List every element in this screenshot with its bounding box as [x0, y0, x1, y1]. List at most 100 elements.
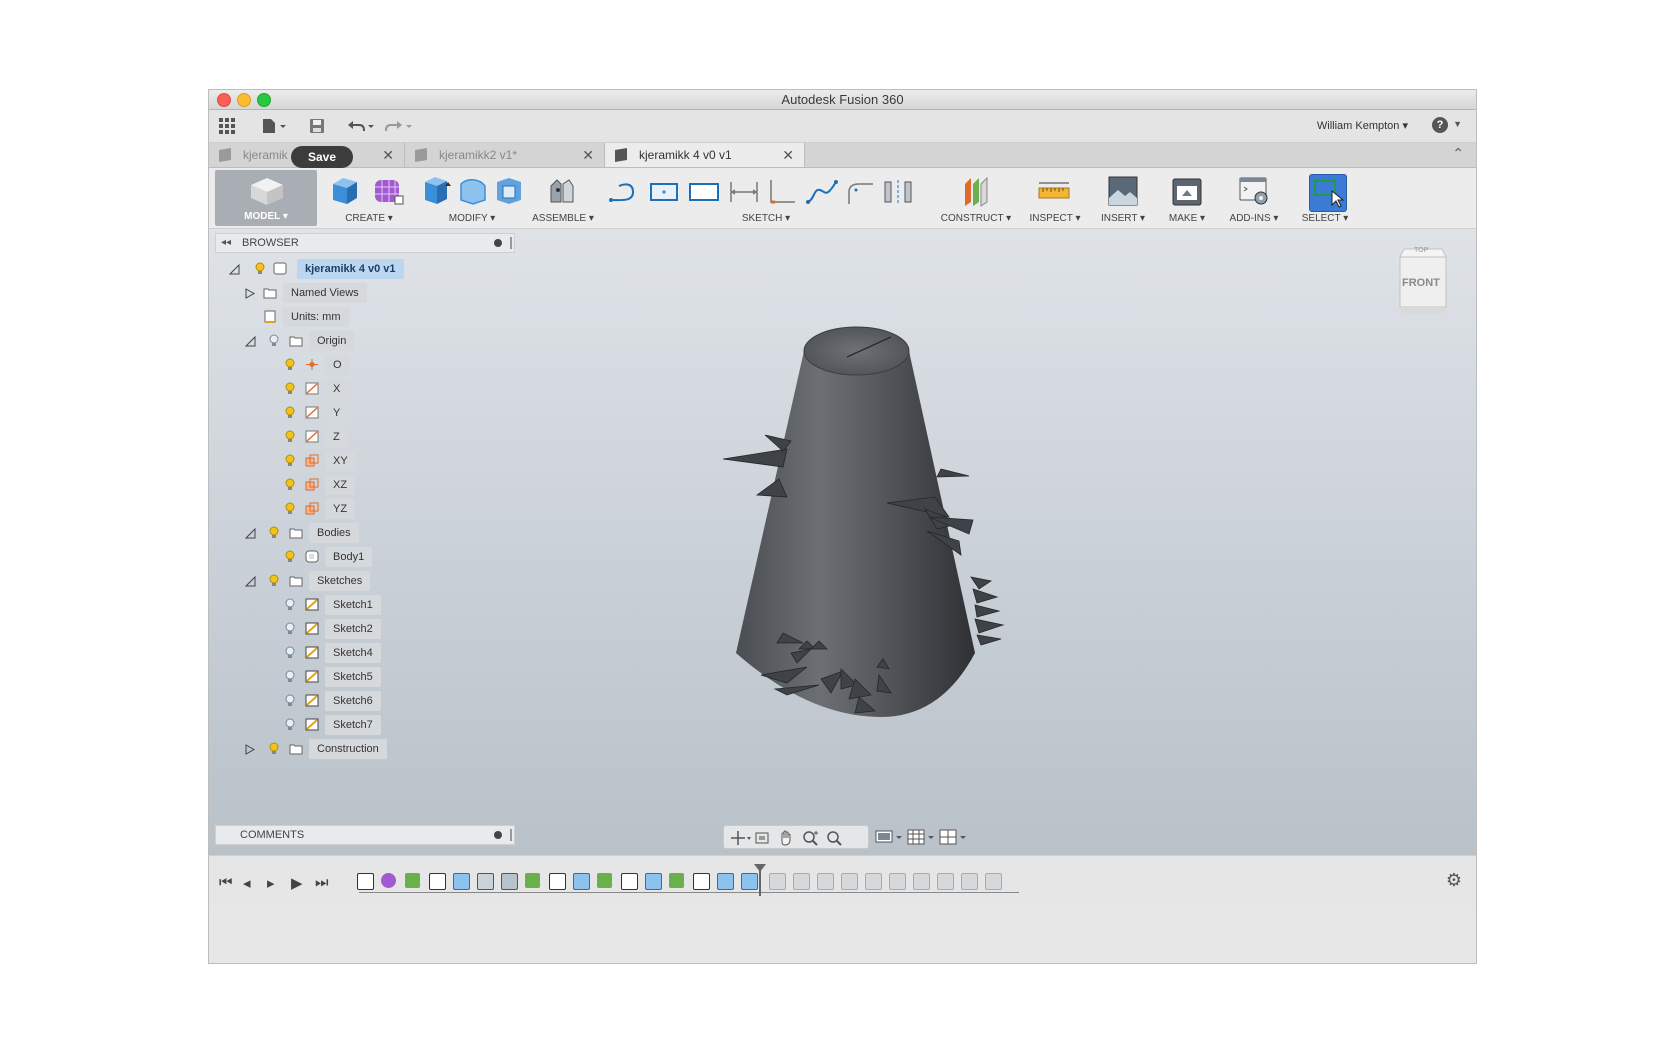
visibility-bulb-icon[interactable] [285, 646, 295, 659]
timeline-step-feature[interactable] [477, 873, 494, 890]
timeline-step-suppressed[interactable] [817, 873, 834, 890]
tree-named-views[interactable]: Named Views [245, 283, 525, 303]
close-tab-icon[interactable]: ✕ [782, 143, 794, 167]
timeline-step-feature[interactable] [597, 873, 612, 888]
timeline-step-suppressed[interactable] [793, 873, 810, 890]
display-settings-icon[interactable] [875, 829, 903, 845]
pan-icon[interactable] [778, 830, 794, 846]
select-button[interactable] [1309, 174, 1347, 212]
timeline-step-feature[interactable] [405, 873, 420, 888]
expanded-triangle-icon[interactable] [229, 264, 240, 275]
app-grid-icon[interactable] [219, 118, 235, 134]
grid-settings-icon[interactable] [907, 829, 935, 845]
insert-image-icon[interactable] [1106, 174, 1140, 208]
fit-icon[interactable] [826, 830, 842, 846]
create-group[interactable]: CREATE ▾ [321, 168, 417, 228]
rectangle-icon[interactable] [647, 178, 681, 206]
visibility-bulb-icon[interactable] [285, 718, 295, 731]
timeline-step-pattern[interactable] [741, 873, 758, 890]
make-group[interactable]: MAKE ▾ [1157, 168, 1217, 228]
file-menu-icon[interactable] [261, 118, 287, 134]
visibility-bulb-icon[interactable] [255, 262, 265, 275]
tab-kjeramikk2[interactable]: kjeramikk2 v1* ✕ [405, 143, 605, 167]
expanded-triangle-icon[interactable] [245, 576, 256, 587]
step-back-icon[interactable]: ◂ [243, 874, 251, 892]
zoom-icon[interactable] [802, 830, 818, 846]
visibility-bulb-icon[interactable] [269, 334, 279, 347]
comments-panel[interactable]: COMMENTS [215, 825, 515, 845]
timeline-step-suppressed[interactable] [937, 873, 954, 890]
tree-body1[interactable]: Body1 [285, 547, 405, 567]
tree-sketch7[interactable]: Sketch7 [285, 715, 415, 735]
measure-icon[interactable] [1037, 180, 1071, 204]
tree-origin-point[interactable]: O [285, 355, 385, 375]
visibility-bulb-icon[interactable] [285, 598, 295, 611]
tree-origin-xz-plane[interactable]: XZ [285, 475, 385, 495]
fillet-sketch-icon[interactable] [843, 178, 877, 206]
tree-root-label[interactable]: kjeramikk 4 v0 v1 [297, 259, 404, 279]
visibility-bulb-icon[interactable] [285, 550, 295, 563]
constraint-icon[interactable] [765, 178, 799, 206]
browser-pin-icon[interactable] [494, 239, 502, 247]
visibility-bulb-icon[interactable] [285, 622, 295, 635]
timeline-marker-handle[interactable] [754, 864, 766, 872]
workspace-switcher[interactable]: MODEL ▾ [215, 170, 317, 226]
tree-origin-xy-plane[interactable]: XY [285, 451, 385, 471]
sketch-group[interactable]: SKETCH ▾ [601, 168, 931, 228]
insert-group[interactable]: INSERT ▾ [1091, 168, 1155, 228]
sketch-rect-icon[interactable] [687, 178, 721, 206]
3d-print-icon[interactable] [1170, 174, 1204, 208]
timeline-step-suppressed[interactable] [985, 873, 1002, 890]
timeline-step-sketch[interactable] [357, 873, 374, 890]
collapse-browser-icon[interactable]: ◂◂ [221, 234, 231, 252]
3d-model-cone[interactable] [679, 319, 1039, 759]
box-icon[interactable] [327, 174, 361, 208]
tree-sketch5[interactable]: Sketch5 [285, 667, 415, 687]
construct-group[interactable]: CONSTRUCT ▾ [933, 168, 1019, 228]
tree-units[interactable]: Units: mm [245, 307, 525, 327]
comments-resize-handle[interactable] [510, 829, 512, 841]
dimension-icon[interactable] [727, 178, 761, 206]
timeline-step-suppressed[interactable] [961, 873, 978, 890]
visibility-bulb-icon[interactable] [285, 670, 295, 683]
browser-header[interactable]: ◂◂ BROWSER [215, 233, 515, 253]
select-group[interactable]: SELECT ▾ [1293, 168, 1357, 228]
modify-group[interactable]: MODIFY ▾ [417, 168, 527, 228]
user-menu[interactable]: William Kempton ▾ [1317, 119, 1408, 132]
timeline-step-extrude[interactable] [573, 873, 590, 890]
visibility-bulb-icon[interactable] [285, 478, 295, 491]
assemble-group[interactable]: ASSEMBLE ▾ [527, 168, 599, 228]
expanded-triangle-icon[interactable] [245, 336, 256, 347]
timeline-step-sketch[interactable] [621, 873, 638, 890]
viewcube[interactable]: TOP FRONT [1394, 245, 1450, 317]
timeline-step-sketch[interactable] [429, 873, 446, 890]
visibility-bulb-icon[interactable] [285, 430, 295, 443]
timeline-step-extrude[interactable] [453, 873, 470, 890]
help-caret-icon[interactable]: ▼ [1453, 119, 1462, 129]
expanded-triangle-icon[interactable] [245, 528, 256, 539]
inspect-group[interactable]: INSPECT ▾ [1021, 168, 1089, 228]
timeline-step-suppressed[interactable] [913, 873, 930, 890]
timeline-step-feature[interactable] [669, 873, 684, 888]
offset-plane-icon[interactable] [959, 174, 993, 208]
save-icon[interactable] [309, 118, 325, 134]
timeline-step-sketch[interactable] [549, 873, 566, 890]
collapse-toolbar-icon[interactable]: ⌃ [1452, 145, 1464, 162]
viewcube-top-label[interactable]: TOP [1414, 247, 1428, 254]
fillet-icon[interactable] [457, 174, 489, 208]
shell-icon[interactable] [493, 174, 525, 208]
add-ins-group[interactable]: ADD-INS ▾ [1219, 168, 1289, 228]
visibility-bulb-icon[interactable] [285, 454, 295, 467]
form-icon[interactable] [371, 174, 405, 208]
step-forward-icon[interactable]: ▶ [291, 874, 303, 892]
timeline-step-suppressed[interactable] [769, 873, 786, 890]
visibility-bulb-icon[interactable] [269, 526, 279, 539]
collapsed-triangle-icon[interactable] [245, 744, 256, 755]
timeline-step-suppressed[interactable] [841, 873, 858, 890]
go-to-end-icon[interactable]: ⏭ [315, 874, 329, 891]
close-tab-icon[interactable]: ✕ [582, 143, 594, 167]
tree-sketch4[interactable]: Sketch4 [285, 643, 415, 663]
collapsed-triangle-icon[interactable] [245, 288, 256, 299]
tree-sketch6[interactable]: Sketch6 [285, 691, 415, 711]
viewports-icon[interactable] [939, 829, 967, 845]
